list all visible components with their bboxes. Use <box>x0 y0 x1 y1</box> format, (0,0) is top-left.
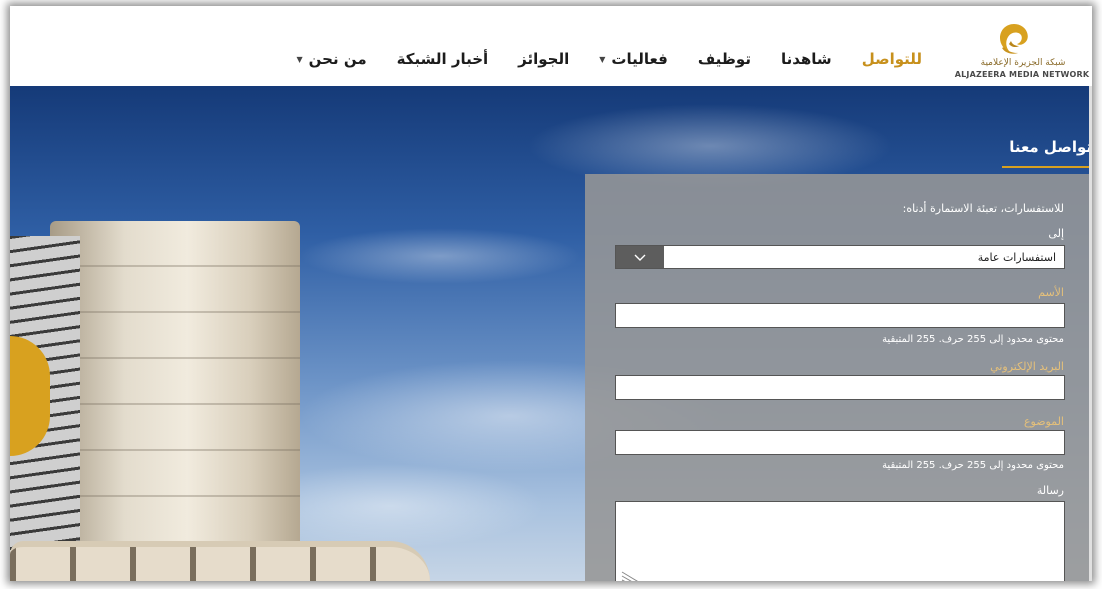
nav-item-label: للتواصل <box>861 50 922 68</box>
subject-label: الموضوع <box>1023 415 1064 428</box>
right-edge <box>1089 86 1092 581</box>
chevron-down-icon[interactable] <box>616 246 664 268</box>
nav-item-label: أخبار الشبكة <box>396 50 489 68</box>
building-tower-lines <box>50 221 300 581</box>
to-select-value: استفسارات عامة <box>977 251 1056 264</box>
name-input[interactable] <box>615 303 1065 328</box>
nav-item-watch[interactable]: شاهدنا <box>781 50 832 68</box>
logo-arabic-name: شبكة الجزيرة الإعلامية <box>980 58 1066 68</box>
name-char-hint: محتوى محدود إلى 255 حرف. 255 المتبقية <box>882 334 1064 345</box>
main-nav: من نحن ▼ أخبار الشبكة الجوائز فعاليات ▼ … <box>267 50 922 68</box>
nav-item-contact[interactable]: للتواصل <box>862 50 922 68</box>
building-base-image <box>10 541 430 581</box>
nav-item-label: شاهدنا <box>780 50 832 68</box>
message-label: رسالة <box>1036 484 1064 497</box>
contact-title: تواصل معنا <box>1009 138 1092 156</box>
message-textarea[interactable] <box>615 501 1065 581</box>
caret-down-icon: ▼ <box>296 54 303 64</box>
to-label: إلى <box>1048 227 1064 240</box>
nav-item-events[interactable]: فعاليات ▼ <box>599 50 668 68</box>
nav-item-about[interactable]: من نحن ▼ <box>297 50 367 68</box>
nav-item-label: الجوائز <box>518 50 570 68</box>
title-underline <box>1002 166 1092 168</box>
site-logo[interactable]: شبكة الجزيرة الإعلامية ALJAZEERA MEDIA N… <box>952 22 1092 82</box>
caret-down-icon: ▼ <box>599 54 606 64</box>
logo-english-name: ALJAZEERA MEDIA NETWORK <box>954 70 1090 79</box>
resize-handle-icon[interactable] <box>620 570 644 581</box>
page-frame: شبكة الجزيرة الإعلامية ALJAZEERA MEDIA N… <box>10 6 1092 581</box>
nav-item-awards[interactable]: الجوائز <box>518 50 569 68</box>
nav-item-network-news[interactable]: أخبار الشبكة <box>397 50 489 68</box>
nav-item-careers[interactable]: توظيف <box>698 50 751 68</box>
to-select[interactable]: استفسارات عامة <box>615 245 1065 269</box>
site-header: شبكة الجزيرة الإعلامية ALJAZEERA MEDIA N… <box>10 6 1092 86</box>
email-input[interactable] <box>615 375 1065 400</box>
name-label: الأسم <box>1038 286 1064 299</box>
form-intro: للاستفسارات، تعبئة الاستمارة أدناه: <box>902 202 1064 215</box>
subject-char-hint: محتوى محدود إلى 255 حرف. 255 المتبقية <box>882 460 1064 471</box>
subject-input[interactable] <box>615 430 1065 455</box>
email-label: البريد الإلكتروني <box>990 360 1064 373</box>
nav-item-label: من نحن <box>308 50 367 68</box>
nav-item-label: توظيف <box>697 50 751 68</box>
contact-form: للاستفسارات، تعبئة الاستمارة أدناه: إلى … <box>585 174 1092 581</box>
nav-item-label: فعاليات <box>611 50 668 68</box>
aljazeera-logo-icon <box>1000 24 1028 54</box>
